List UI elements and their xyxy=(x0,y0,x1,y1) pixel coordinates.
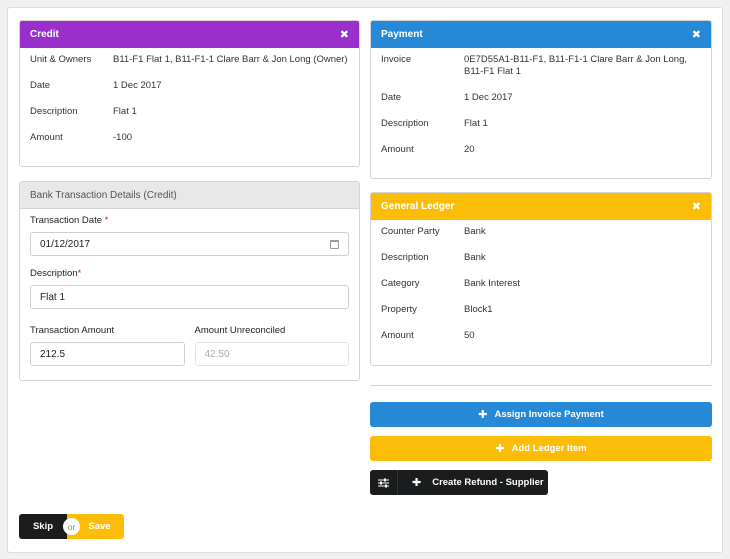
sliders-icon[interactable] xyxy=(370,470,398,495)
row-label: Description xyxy=(381,118,429,129)
general-ledger-card: General Ledger ✖ Counter Party Bank Descr… xyxy=(370,192,712,366)
amount-unreconciled-value: 42.50 xyxy=(204,348,230,360)
row-value: B11-F1 Flat 1, B11-F1-1 Clare Barr & Jon… xyxy=(113,54,348,65)
row-value: 0E7D55A1-B11-F1, B11-F1-1 Clare Barr & J… xyxy=(464,54,688,77)
credit-card-title: Credit xyxy=(30,29,59,40)
or-separator: or xyxy=(63,518,80,535)
transaction-date-label: Transaction Date * xyxy=(30,215,109,226)
transaction-amount-label: Transaction Amount xyxy=(30,325,115,336)
row-label: Description xyxy=(381,252,429,263)
create-refund-supplier-label: Create Refund - Supplier xyxy=(432,477,544,488)
row-value: -100 xyxy=(113,132,133,143)
add-ledger-item-label: Add Ledger Item xyxy=(511,443,587,454)
row-label: Date xyxy=(30,80,51,91)
amount-unreconciled-input: 42.50 xyxy=(194,342,349,366)
add-ledger-item-button[interactable]: ✚ Add Ledger Item xyxy=(370,436,712,461)
row-label: Category xyxy=(381,278,420,289)
close-icon[interactable]: ✖ xyxy=(692,28,701,41)
payment-row-invoice: Invoice 0E7D55A1-B11-F1, B11-F1-1 Clare B… xyxy=(381,54,701,78)
bank-transaction-title: Bank Transaction Details (Credit) xyxy=(30,189,177,201)
row-value: 20 xyxy=(464,144,475,155)
row-label: Property xyxy=(381,304,417,315)
row-value: Bank xyxy=(464,252,486,263)
credit-row-description: Description Flat 1 xyxy=(30,106,349,118)
credit-row-unit: Unit & Owners B11-F1 Flat 1, B11-F1-1 Cla… xyxy=(30,54,349,66)
row-value: 50 xyxy=(464,330,475,341)
description-label: Description* xyxy=(30,268,82,279)
row-value: 1 Dec 2017 xyxy=(113,80,162,91)
row-label: Amount xyxy=(381,144,414,155)
save-label: Save xyxy=(88,521,111,532)
amount-unreconciled-label: Amount Unreconciled xyxy=(194,325,286,336)
row-value: 1 Dec 2017 xyxy=(464,92,513,103)
payment-card-title: Payment xyxy=(381,29,423,40)
row-label: Amount xyxy=(30,132,63,143)
transaction-date-input[interactable]: 01/12/2017 xyxy=(30,232,349,256)
bank-transaction-card: Bank Transaction Details (Credit) Transa… xyxy=(19,181,360,381)
row-value: Bank Interest xyxy=(464,278,520,289)
transaction-amount-input[interactable]: 212.5 xyxy=(30,342,185,366)
row-label: Date xyxy=(381,92,402,103)
payment-row-description: Description Flat 1 xyxy=(381,118,701,130)
calendar-icon[interactable] xyxy=(330,239,339,249)
plus-icon: ✚ xyxy=(412,477,422,489)
general-ledger-header: General Ledger ✖ xyxy=(371,193,711,220)
ledger-row-category: Category Bank Interest xyxy=(381,278,701,290)
close-icon[interactable]: ✖ xyxy=(340,28,349,41)
divider xyxy=(370,385,712,386)
assign-invoice-payment-button[interactable]: ✚ Assign Invoice Payment xyxy=(370,402,712,427)
description-input[interactable]: Flat 1 xyxy=(30,285,349,309)
ledger-row-property: Property Block1 xyxy=(381,304,701,316)
credit-row-date: Date 1 Dec 2017 xyxy=(30,80,349,92)
payment-card-header: Payment ✖ xyxy=(371,21,711,48)
row-label: Unit & Owners xyxy=(30,54,92,65)
row-label: Amount xyxy=(381,330,414,341)
plus-icon: ✚ xyxy=(478,409,488,421)
skip-button[interactable]: Skip xyxy=(19,514,67,539)
assign-invoice-payment-label: Assign Invoice Payment xyxy=(494,409,604,420)
create-refund-supplier-button[interactable]: ✚ Create Refund - Supplier xyxy=(370,470,548,495)
bank-transaction-header: Bank Transaction Details (Credit) xyxy=(20,182,359,209)
description-value: Flat 1 xyxy=(40,291,66,303)
row-value: Bank xyxy=(464,226,486,237)
plus-icon: ✚ xyxy=(495,443,505,455)
credit-card-header: Credit ✖ xyxy=(20,21,359,48)
ledger-row-description: Description Bank xyxy=(381,252,701,264)
ledger-row-amount: Amount 50 xyxy=(381,330,701,342)
row-value: Flat 1 xyxy=(113,106,137,117)
credit-card: Credit ✖ Unit & Owners B11-F1 Flat 1, B11… xyxy=(19,20,360,167)
row-label: Description xyxy=(30,106,78,117)
transaction-date-value: 01/12/2017 xyxy=(40,238,91,250)
row-value: Block1 xyxy=(464,304,493,315)
payment-row-date: Date 1 Dec 2017 xyxy=(381,92,701,104)
payment-row-amount: Amount 20 xyxy=(381,144,701,156)
ledger-row-counter-party: Counter Party Bank xyxy=(381,226,701,238)
close-icon[interactable]: ✖ xyxy=(692,200,701,213)
credit-row-amount: Amount -100 xyxy=(30,132,349,144)
row-value: Flat 1 xyxy=(464,118,488,129)
skip-label: Skip xyxy=(32,521,54,532)
payment-card: Payment ✖ Invoice 0E7D55A1-B11-F1, B11-F1… xyxy=(370,20,712,179)
page-container: Credit ✖ Unit & Owners B11-F1 Flat 1, B11… xyxy=(7,7,723,553)
row-label: Counter Party xyxy=(381,226,440,237)
row-label: Invoice xyxy=(381,54,412,65)
transaction-amount-value: 212.5 xyxy=(40,348,66,360)
general-ledger-title: General Ledger xyxy=(381,201,455,212)
